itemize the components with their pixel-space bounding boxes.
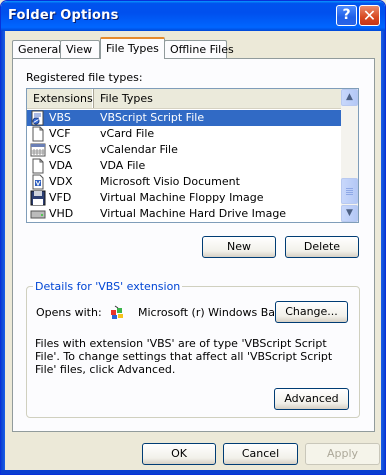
window-border-left	[1, 31, 5, 474]
folder-options-window: Folder Options ? ✕ General View File Typ…	[0, 0, 386, 475]
ok-button[interactable]: OK	[142, 443, 216, 465]
row-extension: VCF	[49, 127, 71, 140]
close-button[interactable]: ✕	[359, 5, 380, 26]
list-row-vcf[interactable]: VCF vCard File	[27, 126, 342, 142]
list-header: Extensions File Types	[27, 89, 342, 109]
details-description: Files with extension 'VBS' are of type '…	[35, 337, 333, 376]
window-border-right	[381, 31, 385, 474]
scroll-up-button[interactable]: ▲	[341, 89, 358, 106]
floppy-icon	[30, 190, 46, 206]
row-extension: VBS	[49, 110, 71, 126]
row-extension: VDX	[49, 175, 73, 188]
row-file-type: VDA File	[100, 159, 146, 172]
list-row-vfd[interactable]: VFD Virtual Machine Floppy Image	[27, 190, 342, 206]
list-row-vcs[interactable]: VCS vCalendar File	[27, 142, 342, 158]
vbs-script-icon	[31, 110, 44, 126]
row-file-type: VBScript Script File	[100, 110, 205, 126]
row-file-type: Virtual Machine Floppy Image	[100, 191, 264, 204]
file-types-list[interactable]: Extensions File Types VBS VBScript Scrip…	[26, 88, 359, 223]
cancel-button[interactable]: Cancel	[223, 443, 298, 465]
apply-button[interactable]: Apply	[305, 443, 380, 465]
column-header-file-types[interactable]: File Types	[94, 89, 342, 108]
window-border-bottom	[1, 470, 385, 474]
new-button[interactable]: New	[202, 236, 276, 258]
title-bar[interactable]: Folder Options ? ✕	[1, 1, 385, 31]
row-file-type: Microsoft Visio Document	[100, 175, 240, 188]
row-file-type: vCalendar File	[100, 143, 178, 156]
tab-file-types[interactable]: File Types	[100, 37, 165, 59]
document-icon	[32, 126, 44, 142]
opens-with-label: Opens with:	[36, 306, 102, 319]
list-row-vhd[interactable]: VHD Virtual Machine Hard Drive Image	[27, 206, 342, 222]
tab-view[interactable]: View	[60, 40, 100, 58]
document-icon	[32, 158, 44, 174]
row-extension: VCS	[49, 143, 72, 156]
list-row-vda[interactable]: VDA VDA File	[27, 158, 342, 174]
calendar-icon	[30, 143, 46, 157]
row-extension: VFD	[49, 191, 72, 204]
change-button[interactable]: Change...	[275, 301, 348, 323]
opens-with-value: Microsoft (r) Windows Base	[138, 306, 288, 319]
windows-script-host-icon	[111, 305, 123, 319]
registered-file-types-label: Registered file types:	[26, 71, 143, 84]
scroll-down-button[interactable]: ▼	[341, 205, 358, 222]
help-button[interactable]: ?	[336, 5, 357, 26]
row-extension: VHD	[49, 207, 74, 220]
visio-icon	[32, 174, 44, 190]
scroll-thumb[interactable]	[341, 178, 358, 204]
window-title: Folder Options	[8, 8, 119, 23]
row-file-type: Virtual Machine Hard Drive Image	[100, 207, 287, 220]
list-row-vbs[interactable]: VBS VBScript Script File	[27, 110, 342, 126]
row-extension: VDA	[49, 159, 73, 172]
advanced-button[interactable]: Advanced	[274, 388, 349, 410]
details-legend: Details for 'VBS' extension	[33, 280, 183, 293]
delete-button[interactable]: Delete	[285, 236, 359, 258]
hard-drive-icon	[30, 210, 46, 219]
list-scrollbar[interactable]: ▲ ▼	[341, 89, 358, 222]
row-file-type: vCard File	[100, 127, 155, 140]
column-header-extensions[interactable]: Extensions	[27, 89, 93, 108]
tab-offline-files[interactable]: Offline Files	[164, 40, 234, 58]
tab-general[interactable]: General	[12, 40, 61, 58]
list-row-vdx[interactable]: VDX Microsoft Visio Document	[27, 174, 342, 190]
list-rows: VBS VBScript Script File VCF vCard File …	[27, 110, 342, 222]
